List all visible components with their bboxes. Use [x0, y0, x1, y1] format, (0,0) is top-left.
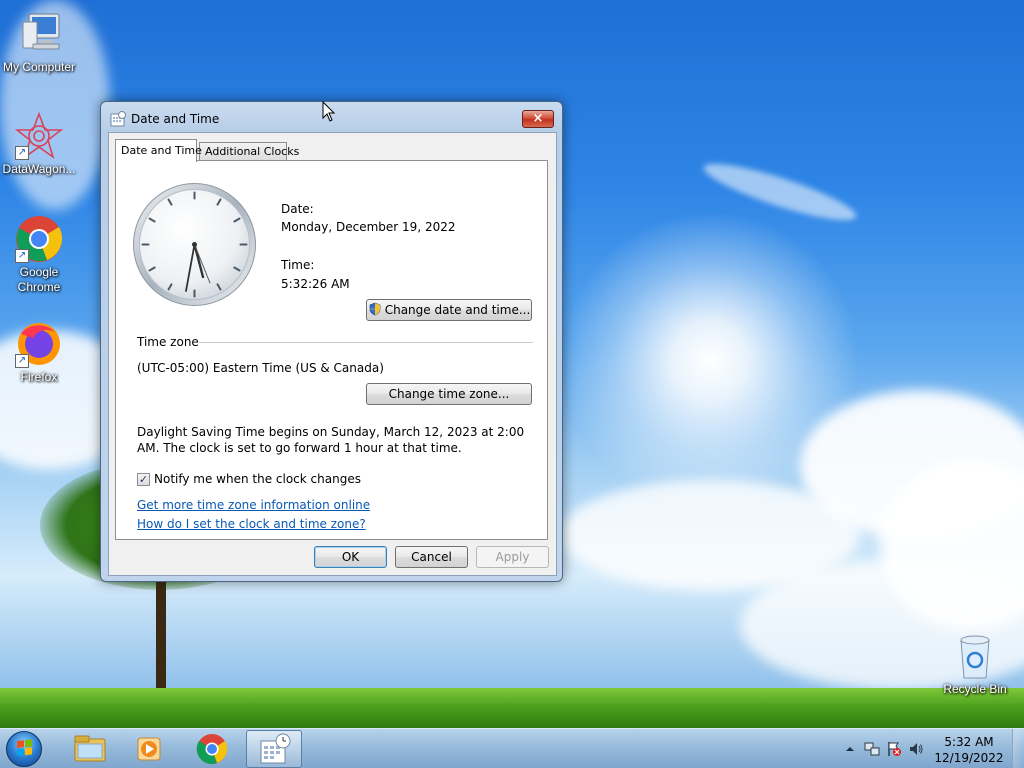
desktop-icon-label: My Computer: [2, 60, 76, 74]
time-value: 5:32:26 AM: [281, 277, 350, 291]
desktop-icon-label: Google Chrome: [17, 265, 61, 294]
time-label: Time:: [281, 258, 315, 272]
desktop-icon-google-chrome[interactable]: ↗ Google Chrome: [0, 215, 78, 295]
taskbar-clock-date: 12/19/2022: [934, 751, 1004, 765]
timezone-heading: Time zone: [137, 335, 199, 349]
date-time-icon: [110, 111, 126, 127]
action-center-flag-icon[interactable]: [886, 741, 902, 757]
checkmark-icon: ✓: [138, 473, 149, 486]
notify-checkbox-label[interactable]: Notify me when the clock changes: [154, 472, 361, 486]
timezone-value: (UTC-05:00) Eastern Time (US & Canada): [137, 361, 384, 375]
windows-logo-icon: [17, 739, 32, 756]
desktop-icon-label: Firefox: [20, 370, 58, 384]
button-label: OK: [341, 550, 360, 564]
dst-info-text: Daylight Saving Time begins on Sunday, M…: [137, 425, 525, 455]
media-player-icon: [137, 737, 161, 761]
cancel-button[interactable]: Cancel: [395, 546, 468, 568]
desktop-icon-my-computer[interactable]: My Computer: [0, 10, 78, 75]
button-label: Change date and time...: [384, 303, 531, 317]
taskbar: 5:32 AM 12/19/2022: [0, 728, 1024, 768]
ok-button[interactable]: OK: [314, 546, 387, 568]
tab-additional-clocks[interactable]: Additional Clocks: [199, 142, 299, 161]
tab-panel-date-and-time: Date: Monday, December 19, 2022 Time: 5:…: [115, 160, 548, 540]
date-time-control-panel-icon: [260, 733, 291, 764]
chrome-icon: [196, 734, 228, 764]
shortcut-arrow-icon: ↗: [15, 354, 29, 368]
desktop-icon-label: Recycle Bin: [943, 682, 1007, 696]
how-to-set-clock-link[interactable]: How do I set the clock and time zone?: [137, 517, 366, 531]
date-time-dialog: Date and Time × Date and Time Additional…: [100, 101, 563, 582]
tab-date-and-time[interactable]: Date and Time: [115, 139, 202, 162]
system-tray: 5:32 AM 12/19/2022: [840, 729, 1024, 768]
desktop-icon-recycle-bin[interactable]: Recycle Bin: [936, 632, 1014, 697]
computer-icon: [15, 10, 63, 58]
dialog-title: Date and Time: [131, 112, 220, 126]
date-value: Monday, December 19, 2022: [281, 220, 456, 234]
button-label: Change time zone...: [388, 387, 510, 401]
shortcut-arrow-icon: ↗: [15, 249, 29, 263]
dialog-client-area: Date and Time Additional Clocks Date: Mo…: [108, 132, 557, 576]
change-date-time-button[interactable]: Change date and time...: [366, 299, 532, 321]
taskbar-clock[interactable]: 5:32 AM 12/19/2022: [934, 734, 1004, 766]
firefox-icon: ↗: [15, 320, 63, 368]
taskbar-media-player-button[interactable]: [122, 730, 178, 768]
button-label: Apply: [495, 550, 530, 564]
show-hidden-icons-icon[interactable]: [842, 741, 858, 757]
notify-checkbox[interactable]: ✓: [137, 473, 150, 486]
uac-shield-icon: [369, 302, 381, 316]
taskbar-clock-time: 5:32 AM: [944, 735, 994, 749]
desktop-icon-label: DataWagon...: [2, 162, 76, 176]
network-icon[interactable]: [864, 741, 880, 757]
apply-button: Apply: [476, 546, 549, 568]
shortcut-arrow-icon: ↗: [15, 146, 29, 160]
tab-label: Date and Time: [121, 144, 202, 157]
recycle-bin-icon: [951, 632, 999, 680]
taskbar-explorer-button[interactable]: [62, 730, 118, 768]
time-zone-info-link[interactable]: Get more time zone information online: [137, 498, 370, 512]
desktop-icon-firefox[interactable]: ↗ Firefox: [0, 320, 78, 385]
chrome-icon: ↗: [15, 215, 63, 263]
show-desktop-button[interactable]: [1012, 729, 1024, 768]
change-time-zone-button[interactable]: Change time zone...: [366, 383, 532, 405]
button-label: Cancel: [411, 550, 452, 564]
taskbar-chrome-button[interactable]: [184, 730, 240, 768]
mouse-pointer-icon: [322, 101, 336, 122]
date-label: Date:: [281, 202, 314, 216]
close-icon: ×: [532, 111, 544, 126]
close-button[interactable]: ×: [522, 110, 554, 128]
desktop-icon-datawagon[interactable]: ↗ DataWagon...: [0, 111, 78, 177]
volume-icon[interactable]: [908, 741, 924, 757]
analog-clock: [133, 183, 256, 306]
group-divider: [199, 342, 533, 343]
tab-label: Additional Clocks: [205, 145, 300, 158]
windows-explorer-icon: [74, 735, 106, 762]
start-button[interactable]: [6, 731, 42, 767]
taskbar-date-time-button[interactable]: [246, 730, 302, 768]
datawagon-icon: ↗: [14, 111, 64, 160]
